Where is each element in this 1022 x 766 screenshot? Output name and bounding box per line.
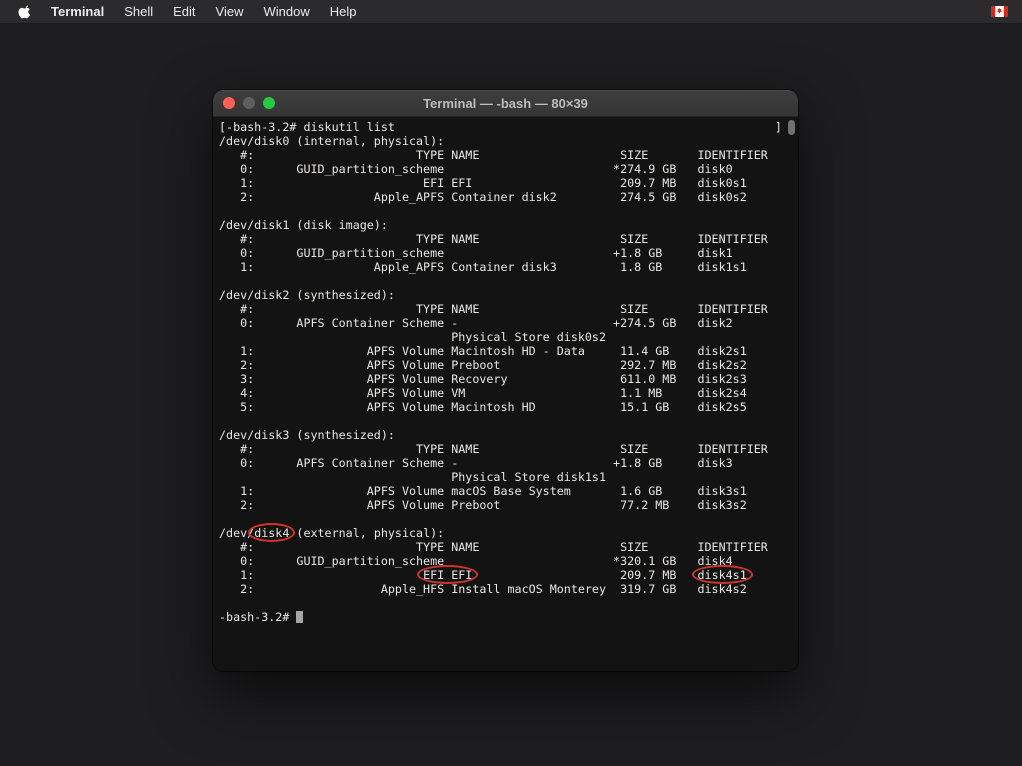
terminal-line: Physical Store disk1s1 <box>219 470 784 484</box>
terminal-screen: [-bash-3.2# diskutil list ]/dev/disk0 (i… <box>219 120 784 624</box>
terminal-line: #: TYPE NAME SIZE IDENTIFIER <box>219 148 784 162</box>
terminal-title-bar[interactable]: Terminal — -bash — 80×39 <box>213 90 798 117</box>
terminal-line: /dev/disk3 (synthesized): <box>219 428 784 442</box>
terminal-line: #: TYPE NAME SIZE IDENTIFIER <box>219 540 784 554</box>
red-oval-annotation: EFI EFI <box>423 568 472 582</box>
terminal-line: Physical Store disk0s2 <box>219 330 784 344</box>
terminal-line: 2: Apple_APFS Container disk2 274.5 GB d… <box>219 190 784 204</box>
terminal-line: 5: APFS Volume Macintosh HD 15.1 GB disk… <box>219 400 784 414</box>
terminal-line: 0: APFS Container Scheme - +274.5 GB dis… <box>219 316 784 330</box>
terminal-line: 0: GUID_partition_scheme *274.9 GB disk0 <box>219 162 784 176</box>
menu-item-help[interactable]: Help <box>320 0 367 24</box>
close-button[interactable] <box>223 97 235 109</box>
terminal-line: 1: APFS Volume Macintosh HD - Data 11.4 … <box>219 344 784 358</box>
zoom-button[interactable] <box>263 97 275 109</box>
terminal-line: #: TYPE NAME SIZE IDENTIFIER <box>219 442 784 456</box>
red-oval-annotation: disk4 <box>254 526 289 540</box>
red-oval-annotation: disk4s1 <box>698 568 747 582</box>
scrollbar-thumb[interactable] <box>788 120 795 135</box>
menu-item-terminal[interactable]: Terminal <box>39 0 114 24</box>
terminal-line: -bash-3.2# <box>219 610 784 624</box>
terminal-line: /dev/disk0 (internal, physical): <box>219 134 784 148</box>
terminal-line <box>219 414 784 428</box>
apple-menu[interactable] <box>18 4 33 19</box>
terminal-line <box>219 512 784 526</box>
menu-item-window[interactable]: Window <box>254 0 320 24</box>
traffic-lights <box>223 97 275 109</box>
menu-bar-items: TerminalShellEditViewWindowHelp <box>39 0 367 24</box>
scrollbar-track[interactable] <box>786 118 797 670</box>
terminal-line: 4: APFS Volume VM 1.1 MB disk2s4 <box>219 386 784 400</box>
terminal-line: [-bash-3.2# diskutil list ] <box>219 120 784 134</box>
terminal-line <box>219 274 784 288</box>
terminal-line: 3: APFS Volume Recovery 611.0 MB disk2s3 <box>219 372 784 386</box>
terminal-line: 1: EFI EFI 209.7 MB disk0s1 <box>219 176 784 190</box>
canada-flag-icon <box>991 6 1008 17</box>
terminal-line: 1: APFS Volume macOS Base System 1.6 GB … <box>219 484 784 498</box>
terminal-line <box>219 596 784 610</box>
terminal-window: Terminal — -bash — 80×39 [-bash-3.2# dis… <box>213 90 798 671</box>
menu-item-shell[interactable]: Shell <box>114 0 163 24</box>
terminal-line: 0: APFS Container Scheme - +1.8 GB disk3 <box>219 456 784 470</box>
terminal-line: 0: GUID_partition_scheme +1.8 GB disk1 <box>219 246 784 260</box>
window-title: Terminal — -bash — 80×39 <box>213 96 798 111</box>
input-menu-canada-flag[interactable] <box>991 6 1008 17</box>
terminal-line: 2: Apple_HFS Install macOS Monterey 319.… <box>219 582 784 596</box>
terminal-line: 1: Apple_APFS Container disk3 1.8 GB dis… <box>219 260 784 274</box>
menu-item-edit[interactable]: Edit <box>163 0 205 24</box>
terminal-line: 0: GUID_partition_scheme *320.1 GB disk4 <box>219 554 784 568</box>
terminal-line: #: TYPE NAME SIZE IDENTIFIER <box>219 302 784 316</box>
menu-bar: TerminalShellEditViewWindowHelp <box>0 0 1022 24</box>
terminal-line: /dev/disk2 (synthesized): <box>219 288 784 302</box>
terminal-content[interactable]: [-bash-3.2# diskutil list ]/dev/disk0 (i… <box>213 117 798 671</box>
terminal-line: /dev/disk4 (external, physical): <box>219 526 784 540</box>
terminal-line: 2: APFS Volume Preboot 292.7 MB disk2s2 <box>219 358 784 372</box>
terminal-line <box>219 204 784 218</box>
terminal-line: /dev/disk1 (disk image): <box>219 218 784 232</box>
apple-logo-icon <box>18 4 33 19</box>
terminal-line: #: TYPE NAME SIZE IDENTIFIER <box>219 232 784 246</box>
terminal-cursor <box>296 611 303 623</box>
terminal-line: 1: EFI EFI 209.7 MB disk4s1 <box>219 568 784 582</box>
menu-item-view[interactable]: View <box>206 0 254 24</box>
minimize-button[interactable] <box>243 97 255 109</box>
terminal-line: 2: APFS Volume Preboot 77.2 MB disk3s2 <box>219 498 784 512</box>
